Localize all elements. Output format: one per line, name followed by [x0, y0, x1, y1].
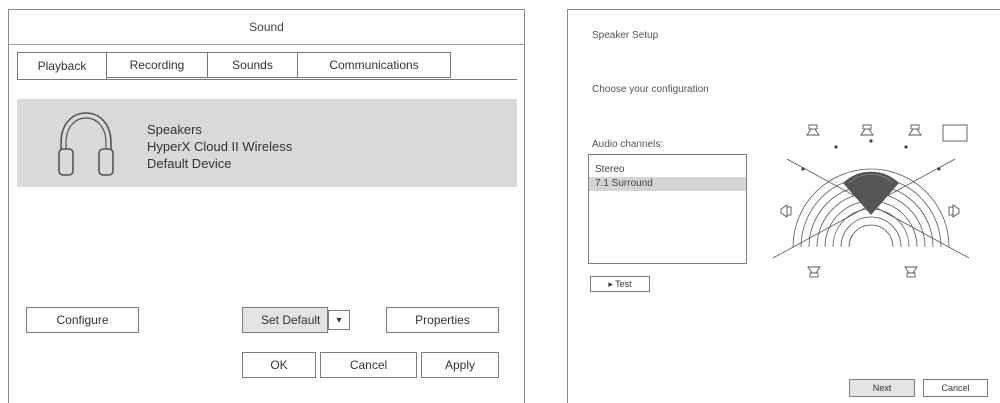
set-default-dropdown-button[interactable]: ▾	[328, 310, 350, 330]
sound-window: Sound Playback Recording Sounds Communic…	[8, 9, 525, 403]
tab-recording[interactable]: Recording	[106, 52, 208, 78]
next-button[interactable]: Next	[849, 379, 915, 397]
set-default-button[interactable]: Set Default	[242, 307, 328, 333]
device-model: HyperX Cloud II Wireless	[147, 139, 293, 154]
tab-playback[interactable]: Playback	[17, 52, 107, 80]
device-info: Speakers HyperX Cloud II Wireless Defaul…	[147, 121, 292, 172]
ok-button[interactable]: OK	[242, 352, 316, 378]
setup-prompt: Choose your configuration	[592, 84, 709, 95]
apply-button[interactable]: Apply	[421, 352, 499, 378]
configure-button[interactable]: Configure	[26, 307, 139, 333]
setup-cancel-button[interactable]: Cancel	[923, 379, 988, 397]
speaker-layout-diagram[interactable]	[773, 107, 983, 287]
tab-communications[interactable]: Communications	[297, 52, 451, 78]
test-button[interactable]: ▸ Test	[590, 276, 650, 292]
sound-title: Sound	[249, 20, 284, 34]
headphones-icon	[58, 112, 114, 176]
properties-button[interactable]: Properties	[386, 307, 499, 333]
speaker-setup-window: Speaker Setup Choose your configuration …	[567, 9, 1000, 403]
device-status: Default Device	[147, 156, 232, 171]
audio-channels-list[interactable]: Stereo 7.1 Surround	[588, 154, 747, 264]
cancel-button[interactable]: Cancel	[320, 352, 417, 378]
tab-sounds[interactable]: Sounds	[207, 52, 298, 78]
list-item-7-1-surround[interactable]: 7.1 Surround	[589, 177, 746, 191]
list-item-stereo[interactable]: Stereo	[589, 163, 746, 177]
audio-channels-label: Audio channels:	[592, 139, 664, 150]
tab-panel-border	[17, 79, 517, 80]
sound-title-bar: Sound	[9, 10, 524, 45]
sound-tabs: Playback Recording Sounds Communications	[17, 52, 451, 80]
device-list-item-speakers[interactable]: Speakers HyperX Cloud II Wireless Defaul…	[17, 99, 517, 187]
device-name: Speakers	[147, 122, 202, 137]
setup-title: Speaker Setup	[592, 30, 659, 41]
